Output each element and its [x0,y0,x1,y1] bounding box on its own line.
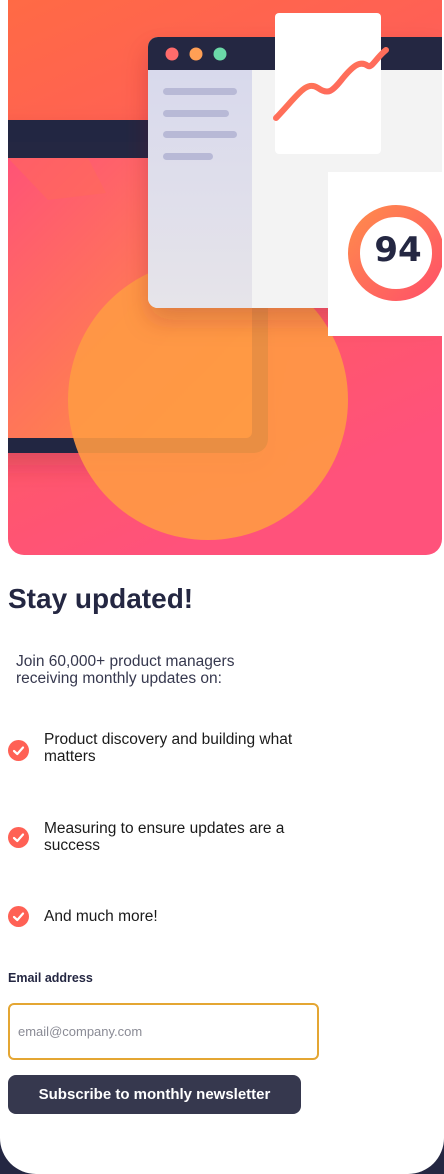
intro-text: Join 60,000+ product managers receiving … [16,653,235,687]
signup-card: 94 Stay updated! Join 60,000+ product ma… [0,0,444,1174]
page-title: Stay updated! [8,583,194,614]
check-icon [8,740,29,761]
check-icon [8,906,29,927]
email-label: Email address [8,971,93,985]
email-field[interactable] [8,1003,319,1060]
check-icon [8,827,29,848]
feature-text: Measuring to ensure updates are a succes… [44,820,285,854]
feature-text: And much more! [44,908,158,925]
hero-illustration: 94 [8,0,442,555]
feature-text: Product discovery and building what matt… [44,731,293,765]
subscribe-button[interactable]: Subscribe to monthly newsletter [8,1075,301,1114]
score-value: 94 [374,230,422,270]
